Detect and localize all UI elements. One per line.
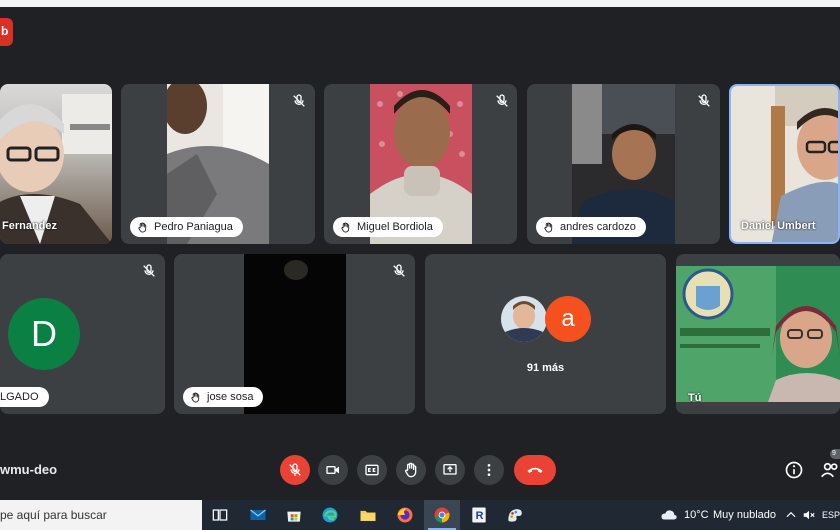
mic-off-icon	[289, 463, 301, 476]
people-icon[interactable]	[820, 460, 840, 480]
recording-indicator: b	[0, 18, 13, 46]
people-count-badge: 9	[830, 449, 840, 459]
windows-taskbar: pe aquí para buscar R 10°C Muy nublado E…	[0, 500, 840, 530]
leave-call-button[interactable]	[514, 455, 556, 485]
participant-name: Fernandez	[2, 220, 58, 232]
file-explorer-icon[interactable]	[358, 505, 378, 525]
meeting-code: wmu-deo	[0, 462, 58, 477]
participant-name-chip: jose sosa	[183, 387, 264, 407]
store-icon[interactable]	[284, 505, 304, 525]
participant-name: andres cardozo	[560, 221, 636, 233]
participant-name: Pedro Paniagua	[154, 221, 233, 233]
participant-tile[interactable]: Miguel Bordiola	[324, 84, 517, 244]
more-options-button[interactable]	[474, 455, 504, 485]
participant-name: jose sosa	[207, 391, 254, 403]
present-screen-button[interactable]	[435, 455, 465, 485]
hand-icon	[138, 221, 147, 233]
mic-off-icon	[293, 94, 305, 107]
participant-name-chip: Pedro Paniagua	[130, 217, 243, 237]
captions-button[interactable]	[357, 455, 387, 485]
camera-toggle-button[interactable]	[318, 455, 348, 485]
edge-icon[interactable]	[320, 505, 340, 525]
mic-off-icon	[393, 264, 405, 277]
svg-text:R: R	[476, 510, 484, 522]
person-image	[676, 266, 840, 402]
chevron-up-icon[interactable]	[784, 508, 798, 522]
participant-name-chip: andres cardozo	[536, 217, 646, 237]
chrome-icon[interactable]	[432, 505, 452, 525]
hand-icon	[544, 221, 553, 233]
self-tile[interactable]: Tú	[676, 254, 840, 414]
more-participants-label: 91 más	[526, 362, 565, 374]
keyboard-language[interactable]: ESP	[822, 510, 840, 520]
participant-tile-active-speaker[interactable]: Daniel Umbert	[729, 84, 840, 244]
weather-description: Muy nublado	[713, 509, 776, 521]
hand-icon	[404, 462, 417, 478]
captions-icon	[365, 464, 379, 476]
search-placeholder: pe aquí para buscar	[0, 508, 107, 522]
participant-tile[interactable]: Pedro Paniagua	[121, 84, 315, 244]
weather-cloud-icon[interactable]	[660, 507, 678, 523]
participant-tile[interactable]: Fernandez	[0, 84, 112, 244]
participant-tile[interactable]: andres cardozo	[527, 84, 720, 244]
r-app-icon[interactable]: R	[469, 505, 489, 525]
raise-hand-button[interactable]	[396, 455, 426, 485]
call-end-icon	[527, 467, 543, 473]
mic-off-icon	[496, 94, 508, 107]
mic-toggle-button[interactable]	[280, 455, 310, 485]
participant-avatar: D	[8, 298, 80, 370]
participant-name: Miguel Bordiola	[357, 221, 433, 233]
task-view-icon[interactable]	[210, 505, 230, 525]
participant-video	[731, 86, 838, 242]
participant-name: Daniel Umbert	[741, 220, 816, 232]
firefox-icon[interactable]	[395, 505, 415, 525]
person-image	[771, 86, 838, 242]
self-name: Tú	[688, 392, 702, 404]
self-video	[676, 266, 840, 402]
participant-avatar: a	[545, 296, 591, 342]
top-strip	[0, 0, 840, 7]
mic-off-icon	[143, 264, 155, 277]
hand-icon	[191, 391, 200, 403]
participant-tile[interactable]: jose sosa	[174, 254, 415, 414]
volume-muted-icon[interactable]	[802, 508, 816, 522]
more-participants-tile[interactable]: a 91 más	[425, 254, 666, 414]
camera-icon	[326, 466, 339, 474]
participant-tile[interactable]: D LGADO	[0, 254, 165, 414]
participant-name-chip: LGADO	[0, 387, 49, 407]
more-vert-icon	[487, 464, 491, 476]
participant-name-chip: Miguel Bordiola	[333, 217, 443, 237]
participant-thumbnail	[501, 296, 547, 342]
hand-icon	[341, 221, 350, 233]
info-icon[interactable]	[784, 460, 804, 480]
mic-off-icon	[698, 94, 710, 107]
present-icon	[443, 464, 457, 475]
mail-icon[interactable]	[248, 505, 268, 525]
weather-temperature: 10°C	[684, 509, 709, 521]
participant-name: LGADO	[0, 391, 39, 403]
paint-icon[interactable]	[505, 505, 525, 525]
taskbar-search-box[interactable]: pe aquí para buscar	[0, 500, 202, 530]
